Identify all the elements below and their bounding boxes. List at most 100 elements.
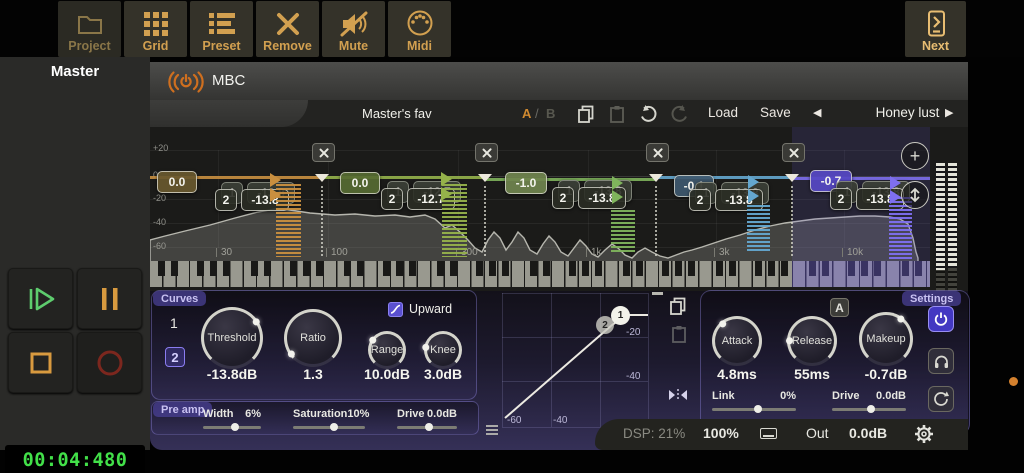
reset-loop-icon bbox=[934, 391, 949, 406]
link-slider[interactable]: Link 0% bbox=[712, 390, 796, 413]
threshold-knob[interactable]: Threshold bbox=[199, 305, 265, 371]
mute-speaker-icon bbox=[340, 11, 367, 37]
stop-icon bbox=[30, 352, 51, 373]
graph-xtick: -40 bbox=[553, 415, 568, 426]
spectrum-xtick: 10k bbox=[847, 247, 864, 258]
range-value: 10.0dB bbox=[364, 366, 410, 382]
release-knob[interactable]: Release bbox=[785, 314, 839, 368]
solo-listen-button[interactable] bbox=[928, 348, 954, 374]
makeup-knob[interactable]: Makeup bbox=[857, 310, 915, 368]
save-button[interactable]: Save bbox=[760, 105, 791, 120]
preamp-drive-slider[interactable]: Drive 0.0dB bbox=[397, 408, 457, 431]
settings-drive-slider[interactable]: Drive 0.0dB bbox=[832, 390, 906, 413]
pause-button[interactable] bbox=[77, 268, 142, 329]
preset-button[interactable]: Preset bbox=[190, 1, 253, 57]
curve2-selector[interactable]: 2 bbox=[165, 347, 185, 367]
play-button[interactable] bbox=[8, 268, 73, 329]
upward-curve-icon bbox=[390, 304, 401, 314]
keyboard-band-highlight bbox=[792, 261, 930, 287]
band4-threshold-handle[interactable] bbox=[748, 175, 759, 189]
band4-curve2-badge[interactable]: 2 bbox=[689, 189, 711, 211]
band5-curve2-badge[interactable]: 2 bbox=[830, 188, 852, 210]
reset-button[interactable] bbox=[928, 386, 954, 412]
curve1-selector[interactable]: 1 bbox=[170, 315, 178, 331]
out-label[interactable]: Out bbox=[806, 425, 829, 441]
add-band-button[interactable]: + bbox=[901, 142, 929, 170]
attack-knob[interactable]: Attack bbox=[710, 314, 764, 368]
knob-label: Threshold bbox=[207, 332, 257, 344]
collapse-icon[interactable] bbox=[652, 292, 663, 295]
band2-gain-badge[interactable]: 0.0 bbox=[340, 172, 380, 194]
preset-next-icon[interactable]: ▶ bbox=[945, 106, 953, 119]
ratio-value: 1.3 bbox=[303, 366, 323, 382]
spectrum-xtick: 3k bbox=[719, 247, 730, 258]
undo-icon[interactable] bbox=[638, 104, 658, 124]
redo-icon[interactable] bbox=[670, 104, 690, 124]
link-updown-icon bbox=[910, 187, 920, 203]
upward-checkbox[interactable] bbox=[388, 302, 403, 317]
graph-menu-icon[interactable] bbox=[485, 424, 499, 436]
mirror-icon[interactable] bbox=[667, 388, 689, 402]
preset-name[interactable]: Master's fav bbox=[362, 106, 432, 121]
crossover2-remove-button[interactable] bbox=[475, 143, 498, 162]
project-button[interactable]: Project bbox=[58, 1, 121, 57]
preset-prev-icon[interactable]: ◀ bbox=[813, 106, 821, 119]
load-button[interactable]: Load bbox=[708, 105, 738, 120]
band3-threshold-handle[interactable] bbox=[612, 176, 623, 190]
band1-curve2-badge[interactable]: 2 bbox=[215, 189, 237, 211]
graph-xtick: -60 bbox=[507, 415, 522, 426]
band1-gr-meter bbox=[276, 184, 301, 257]
curve-paste-icon[interactable] bbox=[670, 324, 688, 344]
attack-value: 4.8ms bbox=[717, 366, 757, 382]
slider-label: Link bbox=[712, 390, 735, 402]
x-icon bbox=[652, 147, 664, 159]
spectrum-xtick: 1k bbox=[591, 247, 602, 258]
settings-gear-icon[interactable] bbox=[914, 424, 934, 444]
out-value[interactable]: 0.0dB bbox=[849, 425, 887, 441]
curve-copy-icon[interactable] bbox=[668, 296, 688, 316]
paste-icon[interactable] bbox=[608, 104, 626, 124]
crossover4-remove-button[interactable] bbox=[782, 143, 805, 162]
ratio-knob[interactable]: Ratio bbox=[282, 307, 344, 369]
ab-a[interactable]: A bbox=[522, 106, 531, 121]
next-button[interactable]: Next bbox=[905, 1, 966, 57]
band3-curve2-badge[interactable]: 2 bbox=[552, 187, 574, 209]
range-knob[interactable]: Range bbox=[366, 329, 408, 371]
notification-dot[interactable] bbox=[1009, 377, 1018, 386]
record-button[interactable] bbox=[77, 332, 142, 393]
band-link-button[interactable] bbox=[901, 181, 929, 209]
band3-gain-badge[interactable]: -1.0 bbox=[505, 172, 547, 194]
stop-button[interactable] bbox=[8, 332, 73, 393]
knob-label: Ratio bbox=[300, 332, 326, 344]
slider-value: 10% bbox=[347, 408, 370, 420]
remove-button[interactable]: Remove bbox=[256, 1, 319, 57]
upward-label: Upward bbox=[409, 302, 453, 316]
copy-icon[interactable] bbox=[576, 104, 596, 124]
mute-button[interactable]: Mute bbox=[322, 1, 385, 57]
track-title: Master bbox=[50, 63, 100, 80]
curves-tab[interactable]: Curves bbox=[153, 291, 207, 306]
band2-curve2-badge[interactable]: 2 bbox=[381, 188, 403, 210]
band1-gain-badge[interactable]: 0.0 bbox=[157, 171, 197, 193]
crossover1-remove-button[interactable] bbox=[312, 143, 335, 162]
midi-button[interactable]: Midi bbox=[388, 1, 451, 57]
curve1-handle[interactable]: 1 bbox=[611, 306, 630, 325]
band5-threshold-handle[interactable] bbox=[890, 176, 901, 190]
knee-knob[interactable]: Knee bbox=[421, 329, 464, 371]
width-slider[interactable]: Width 6% bbox=[203, 408, 261, 431]
knob-label: Attack bbox=[721, 335, 753, 347]
buffer-size[interactable]: 100% bbox=[703, 425, 739, 441]
slider-label: Width bbox=[203, 408, 234, 420]
makeup-value: -0.7dB bbox=[864, 366, 908, 382]
band-power-button[interactable] bbox=[928, 306, 954, 332]
saturation-slider[interactable]: Saturation 10% bbox=[293, 408, 369, 431]
timecode-display: 00:04:480 03/02/064 bbox=[5, 445, 145, 473]
ab-b[interactable]: B bbox=[546, 106, 555, 121]
crossover3-remove-button[interactable] bbox=[646, 143, 669, 162]
settings-tab[interactable]: Settings bbox=[902, 291, 962, 306]
plugin-power-icon[interactable] bbox=[168, 69, 204, 95]
keyboard-toggle-icon[interactable] bbox=[760, 428, 777, 439]
knob-label: Knee bbox=[430, 344, 456, 356]
ab-separator: / bbox=[535, 106, 539, 121]
grid-button[interactable]: Grid bbox=[124, 1, 187, 57]
